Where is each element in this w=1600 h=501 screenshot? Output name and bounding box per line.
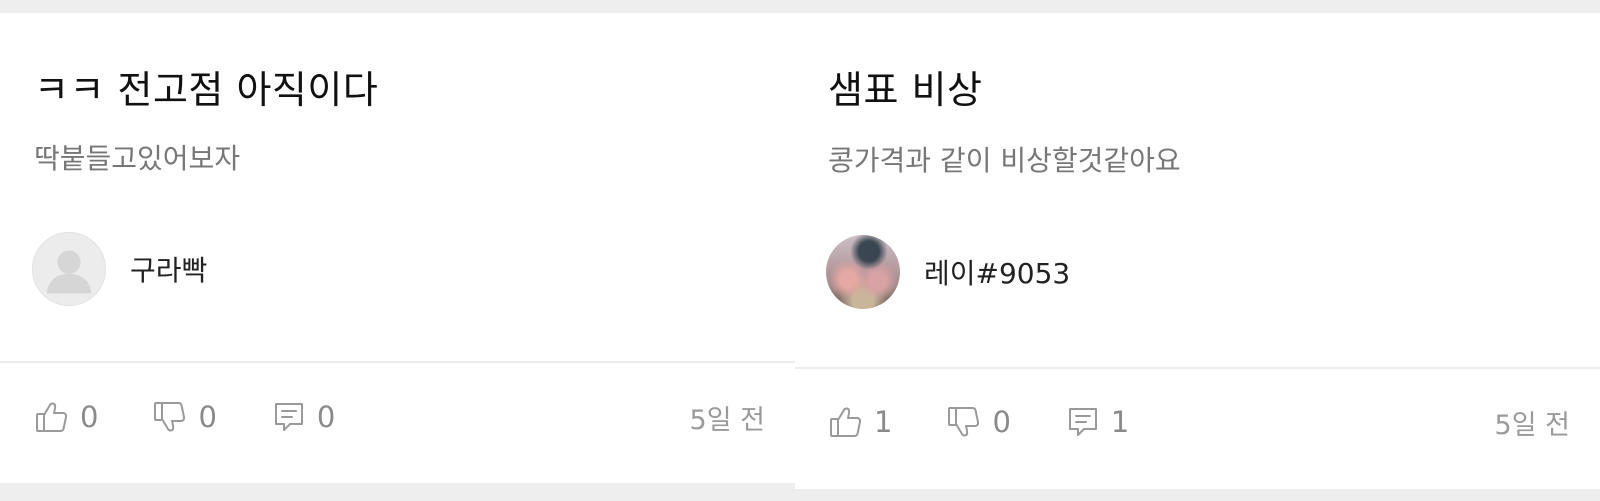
author-name[interactable]: 구라빡 [130, 249, 207, 289]
avatar[interactable] [826, 235, 900, 309]
avatar[interactable] [32, 232, 106, 306]
dislike-button[interactable]: 0 [946, 404, 1011, 440]
comment-button[interactable]: 1 [1065, 404, 1129, 440]
post-time: 5일 전 [689, 404, 765, 436]
comment-icon [274, 403, 303, 431]
comment-button[interactable]: 0 [271, 399, 335, 435]
comment-count: 1 [1110, 405, 1130, 439]
divider [795, 367, 1600, 369]
post-card[interactable]: ㅋㅋ 전고점 아직이다 딱붙들고있어보자 구라빡 0 0 0 5일 전 [0, 13, 795, 483]
default-user-icon [46, 250, 92, 294]
thumbs-up-icon [36, 402, 68, 432]
comment-icon [1068, 408, 1097, 436]
post-footer: 1 0 1 5일 전 [828, 399, 1570, 445]
divider [0, 361, 795, 363]
post-title[interactable]: ㅋㅋ 전고점 아직이다 [34, 65, 378, 115]
dislike-count: 0 [198, 400, 217, 434]
thumbs-up-icon [830, 407, 862, 437]
like-button[interactable]: 1 [828, 404, 892, 440]
thumbs-down-icon [154, 402, 186, 432]
author-name[interactable]: 레이#9053 [924, 252, 1070, 292]
thumbs-down-icon [948, 407, 980, 437]
post-time: 5일 전 [1494, 409, 1570, 441]
like-button[interactable]: 0 [34, 399, 98, 435]
like-count: 1 [874, 405, 893, 439]
dislike-count: 0 [992, 405, 1011, 439]
post-footer: 0 0 0 5일 전 [34, 394, 765, 440]
post-body: 콩가격과 같이 비상할것같아요 [828, 144, 1181, 177]
post-author[interactable]: 레이#9053 [826, 234, 1070, 310]
post-card[interactable]: 샘표 비상 콩가격과 같이 비상할것같아요 레이#9053 1 0 1 5일 전 [795, 13, 1600, 489]
like-count: 0 [80, 400, 99, 434]
post-body: 딱붙들고있어보자 [34, 142, 241, 175]
comment-count: 0 [316, 400, 336, 434]
post-title[interactable]: 샘표 비상 [828, 65, 982, 115]
dislike-button[interactable]: 0 [152, 399, 217, 435]
post-author[interactable]: 구라빡 [32, 231, 207, 307]
